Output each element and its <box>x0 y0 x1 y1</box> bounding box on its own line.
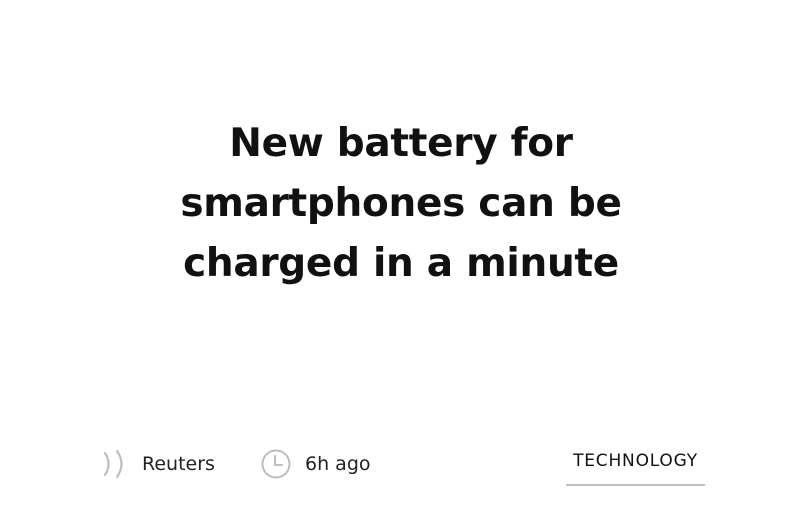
article-headline[interactable]: New battery for smartphones can be charg… <box>150 114 652 294</box>
broadcast-icon <box>100 446 130 482</box>
article-meta: Reuters 6h ago TECHNOLOGY <box>0 440 792 490</box>
publish-time: 6h ago <box>260 446 371 482</box>
source-name: Reuters <box>142 453 215 475</box>
clock-icon <box>260 448 292 480</box>
article-card[interactable]: New battery for smartphones can be charg… <box>0 0 792 532</box>
source-link[interactable]: Reuters <box>100 446 215 482</box>
category-tag[interactable]: TECHNOLOGY <box>566 448 705 486</box>
time-ago: 6h ago <box>305 453 371 475</box>
